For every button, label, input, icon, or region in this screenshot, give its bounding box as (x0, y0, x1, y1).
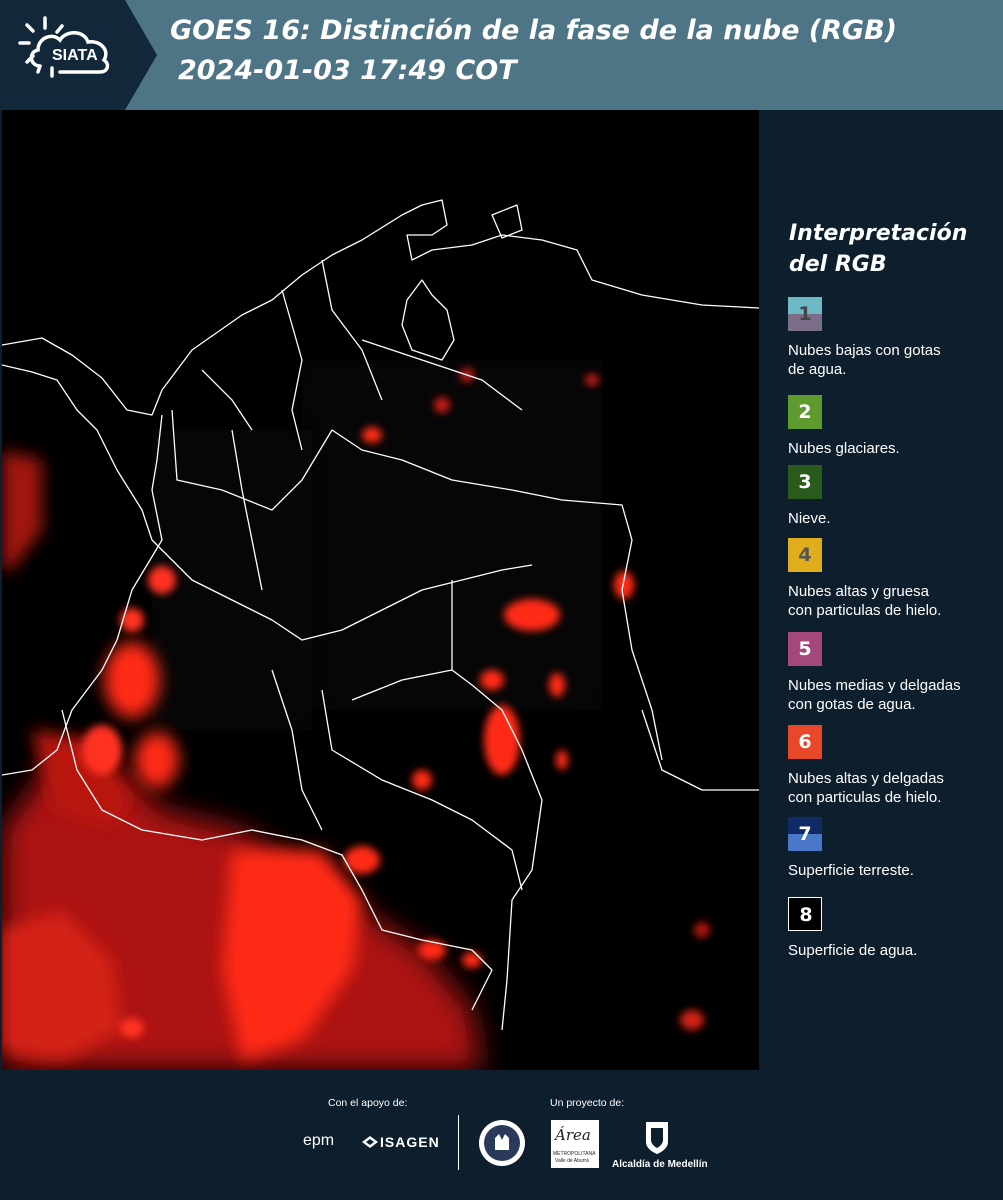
legend-swatch: 6 (788, 725, 822, 759)
legend-label-line1: Nieve. (788, 510, 831, 527)
legend-number: 5 (798, 638, 812, 660)
legend-label-line2: con particulas de hielo. (788, 602, 942, 619)
legend-label-line2: de agua. (788, 361, 847, 378)
header-bar: SIATA GOES 16: Distinción de la fase de … (0, 0, 1003, 110)
area-logo-text: Área (555, 1126, 591, 1144)
logo-text: SIATA (52, 47, 98, 64)
legend-swatch: 8 (788, 897, 822, 931)
area-logo-sub: METROPOLITANA (553, 1151, 596, 1157)
legend-label-line1: Nubes glaciares. (788, 440, 900, 457)
legend-label: Nubes glaciares. (788, 439, 988, 458)
alcaldia-logo: Alcaldía de Medellín (612, 1159, 708, 1170)
legend-title: Interpretación del RGB (789, 218, 967, 280)
legend-label: Nubes altas y gruesa con particulas de hi… (788, 582, 988, 620)
epm-logo: epm (303, 1132, 335, 1149)
legend-title-line2: del RGB (789, 252, 887, 277)
legend-label-line1: Nubes altas y delgadas (788, 770, 944, 787)
legend-number: 8 (799, 904, 813, 926)
legend-label-line1: Nubes altas y gruesa (788, 583, 929, 600)
logo-panel: SIATA (0, 0, 157, 110)
legend-swatch: 1 (788, 297, 822, 331)
satellite-map (1, 110, 760, 1070)
legend-swatch: 3 (788, 465, 822, 499)
legend-swatch: 4 (788, 538, 822, 572)
legend-panel: Interpretación del RGB 1 Nubes bajas con … (762, 110, 1003, 1070)
legend-label: Superficie terreste. (788, 861, 988, 880)
area-logo-sub2: Valle de Aburrá (555, 1158, 589, 1164)
legend-title-line1: Interpretación (789, 221, 968, 246)
legend-item-4: 4 Nubes altas y gruesa con particulas de h… (788, 538, 988, 620)
legend-item-5: 5 Nubes medias y delgadas con gotas de agu… (788, 632, 988, 714)
legend-item-7: 7 Superficie terreste. (788, 817, 988, 880)
legend-item-8: 8 Superficie de agua. (788, 897, 988, 960)
isagen-mark-icon (362, 1136, 378, 1148)
legend-label-line1: Nubes medias y delgadas (788, 677, 961, 694)
legend-label-line1: Nubes bajas con gotas (788, 342, 941, 359)
legend-item-1: 1 Nubes bajas con gotas de agua. (788, 297, 988, 379)
legend-number: 1 (798, 303, 812, 325)
legend-label: Nubes bajas con gotas de agua. (788, 341, 988, 379)
legend-swatch: 2 (788, 395, 822, 429)
legend-number: 6 (798, 731, 812, 753)
map-canvas (1, 110, 760, 1070)
page-title: GOES 16: Distinción de la fase de la nub… (170, 15, 897, 46)
legend-item-3: 3 Nieve. (788, 465, 988, 528)
legend-item-2: 2 Nubes glaciares. (788, 395, 988, 458)
legend-number: 4 (798, 544, 812, 566)
footer-bar: Con el apoyo de: Un proyecto de: epm ISA… (0, 1070, 1003, 1200)
medellin-crest-icon (646, 1122, 668, 1154)
isagen-logo: ISAGEN (380, 1134, 440, 1150)
legend-label: Nieve. (788, 509, 988, 528)
legend-swatch: 7 (788, 817, 822, 851)
legend-number: 2 (798, 401, 812, 423)
legend-number: 3 (798, 471, 812, 493)
support-label: Con el apoyo de: (328, 1097, 408, 1109)
legend-item-6: 6 Nubes altas y delgadas con particulas de… (788, 725, 988, 807)
timestamp: 2024-01-03 17:49 COT (178, 55, 517, 86)
legend-label-line1: Superficie de agua. (788, 942, 918, 959)
legend-label: Superficie de agua. (788, 941, 988, 960)
legend-number: 7 (798, 823, 812, 845)
project-label: Un proyecto de: (550, 1097, 625, 1109)
legend-label-line1: Superficie terreste. (788, 862, 914, 879)
legend-swatch: 5 (788, 632, 822, 666)
seal-icon (479, 1120, 525, 1166)
legend-label-line2: con particulas de hielo. (788, 789, 942, 806)
legend-label-line2: con gotas de agua. (788, 696, 916, 713)
footer-divider (458, 1115, 459, 1170)
legend-label: Nubes altas y delgadas con particulas de … (788, 769, 988, 807)
legend-label: Nubes medias y delgadas con gotas de agua… (788, 676, 988, 714)
area-metropolitana-logo: Área METROPOLITANA Valle de Aburrá (551, 1120, 599, 1168)
